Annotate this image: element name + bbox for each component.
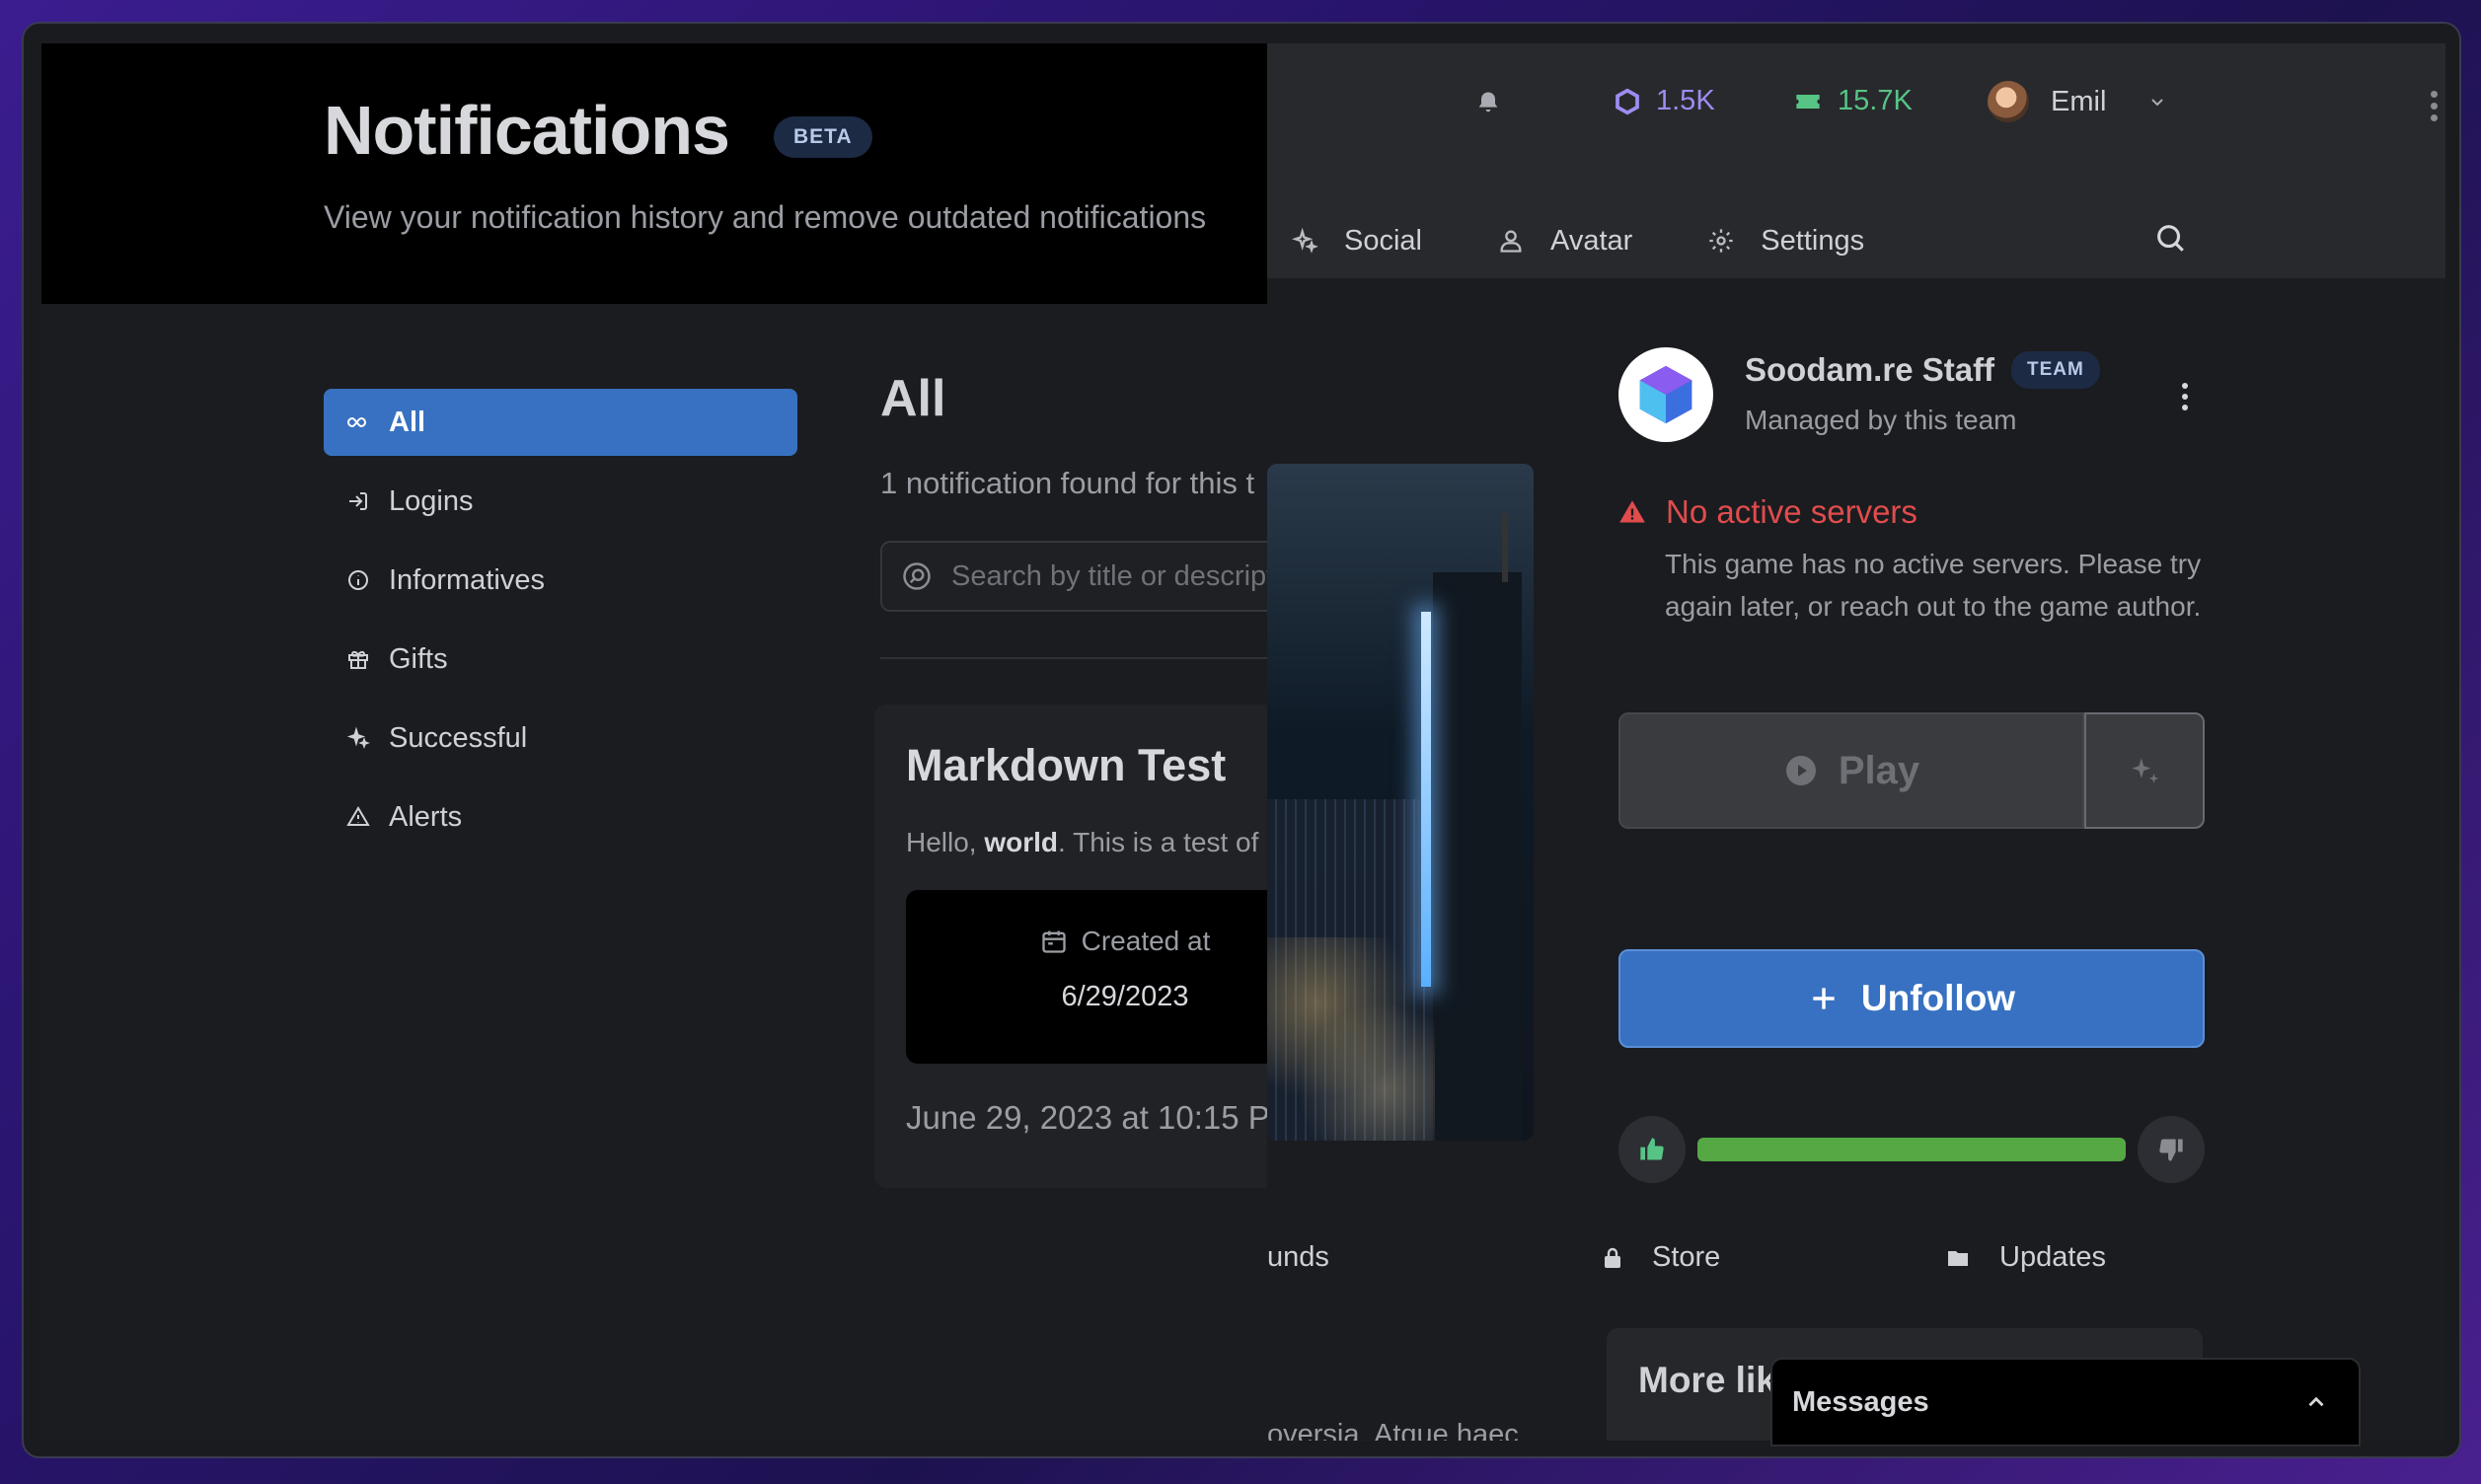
team-name[interactable]: Soodam.re Staff [1745,351,1994,389]
team-subtitle: Managed by this team [1745,405,2017,435]
game-page-overlay: 1.5K 15.7K Emil Social Avatar Settings S… [1267,43,2445,1441]
vote-row [1618,1115,2205,1184]
search-icon[interactable] [2153,221,2191,259]
tix-balance[interactable]: 15.7K [1792,85,1913,117]
divider [880,657,1275,659]
username: Emil [2051,85,2107,117]
page-header: Notifications BETA View your notificatio… [41,43,1267,304]
thumbs-down-button[interactable] [2138,1116,2205,1183]
top-navigation: 1.5K 15.7K Emil Social Avatar Settings [1267,43,2445,278]
game-description: oversia. Atque haec [1267,1419,1519,1441]
warning-description: This game has no active servers. Please … [1665,549,2202,622]
game-thumbnail[interactable] [1267,464,1534,1141]
unfollow-button[interactable]: Unfollow [1618,949,2205,1048]
notification-body: Hello, world. This is a test of [906,827,1259,857]
messages-label: Messages [1792,1385,1929,1418]
gear-icon [1709,229,1733,253]
tab-store[interactable]: Store [1601,1241,1720,1274]
app-window: Notifications BETA View your notificatio… [22,22,2461,1458]
vote-ratio-fill [1697,1138,2126,1161]
ticket-icon [1796,94,1820,109]
app-content: Notifications BETA View your notificatio… [41,43,2445,1441]
thumbs-up-button[interactable] [1618,1116,1686,1183]
team-badge: TEAM [2011,351,2100,389]
cube-logo-icon [1639,365,1692,424]
notification-title: Markdown Test [906,740,1227,790]
filter-label: Gifts [389,642,448,675]
robux-balance[interactable]: 1.5K [1613,85,1715,117]
filter-item-gifts[interactable]: Gifts [324,626,797,693]
search-icon [903,562,931,590]
notification-timestamp: June 29, 2023 at 10:15 PM [906,1099,1298,1136]
tab-avatar[interactable]: Avatar [1497,225,1632,258]
vote-ratio-bar [1697,1138,2126,1161]
sparkle-icon [2132,758,2159,783]
avatar [1988,81,2029,122]
filter-item-informatives[interactable]: Informatives [324,547,797,614]
filter-item-all[interactable]: All [324,389,797,456]
robux-icon [1616,88,1639,114]
info-icon [345,567,371,593]
user-menu[interactable]: Emil [1988,81,2169,122]
filter-label: All [389,406,426,438]
no-servers-warning: No active servers [1618,493,1917,531]
team-logo[interactable] [1618,347,1713,442]
filter-label: Successful [389,721,528,754]
more-options-icon[interactable] [2165,377,2205,416]
play-options-button[interactable] [2084,712,2205,829]
notification-count: 1 notification found for this t [880,466,1255,500]
calendar-icon [1041,930,1066,953]
warning-icon [1619,500,1645,523]
notifications-page: Notifications BETA View your notificatio… [41,43,1374,1441]
tab-settings[interactable]: Settings [1707,225,1864,258]
play-icon [1785,756,1816,785]
game-section-tabs: unds Store Updates [1267,1241,2445,1291]
play-button[interactable]: Play [1618,712,2084,829]
chevron-up-icon[interactable] [2303,1389,2329,1415]
page-title: Notifications [324,92,730,169]
plus-icon [1813,988,1835,1009]
beta-badge: BETA [774,116,872,158]
filter-item-alerts[interactable]: Alerts [324,783,797,851]
folder-icon [1948,1250,1968,1266]
filter-item-successful[interactable]: Successful [324,705,797,772]
sparkle-icon [345,725,371,751]
login-icon [345,488,371,514]
sparkle-icon [1291,227,1318,254]
chevron-down-icon [2151,99,2164,107]
page-subtitle: View your notification history and remov… [324,199,1207,235]
tab-servers-partial[interactable]: unds [1267,1241,1329,1274]
filter-label: Logins [389,484,474,517]
play-controls: Play [1618,712,2205,829]
person-icon [1500,230,1522,253]
lock-icon [1605,1247,1620,1268]
section-title: All [880,370,946,427]
scrollbar-handle[interactable] [2431,91,2438,121]
bell-icon[interactable] [1474,89,1514,128]
thumbs-down-icon [2159,1139,2183,1161]
gift-icon [345,646,371,672]
messages-panel[interactable]: Messages [1770,1358,2361,1447]
alert-icon [345,804,371,830]
filter-item-logins[interactable]: Logins [324,468,797,535]
tab-social[interactable]: Social [1291,225,1422,258]
notification-card[interactable]: Markdown Test Hello, world. This is a te… [874,705,1320,1188]
tab-updates[interactable]: Updates [1944,1241,2106,1274]
thumbs-up-icon [1640,1138,1664,1160]
infinity-icon [345,409,371,435]
created-at-box: Created at 6/29/2023 [906,890,1320,1064]
filter-label: Informatives [389,563,545,596]
main-tabs: Social Avatar Settings [1267,197,1939,284]
filter-label: Alerts [389,800,463,833]
notification-filter-nav: All Logins Informatives Gifts Successful… [324,389,797,862]
